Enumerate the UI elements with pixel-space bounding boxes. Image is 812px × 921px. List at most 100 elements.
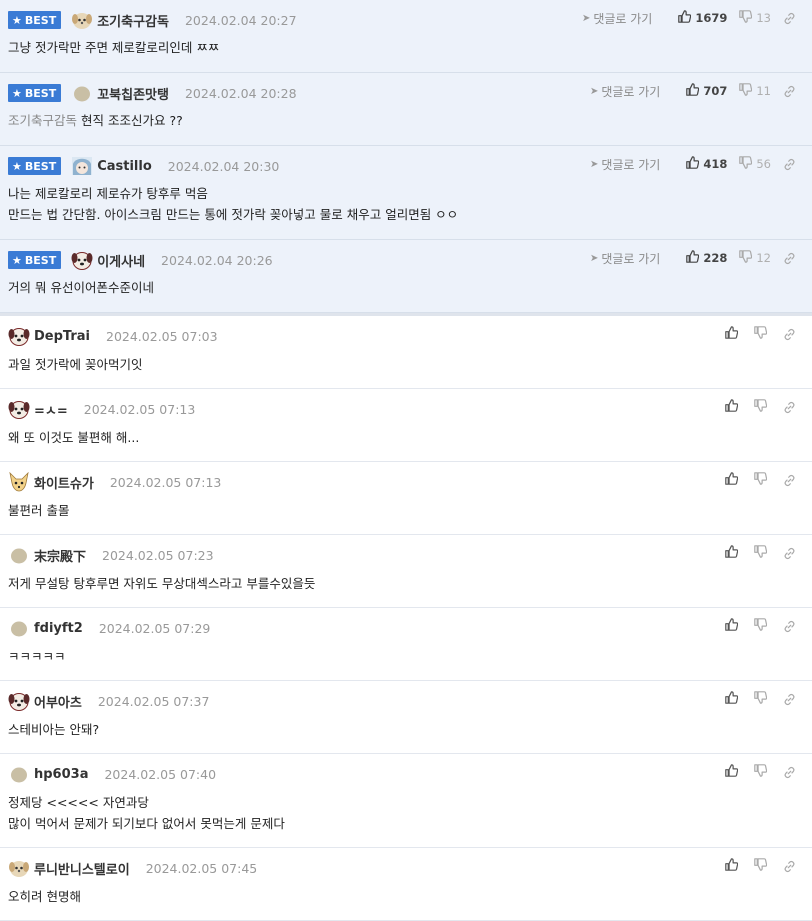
best-badge-label: BEST (24, 253, 57, 267)
copy-link-button[interactable] (783, 401, 800, 414)
copy-link-button[interactable] (783, 693, 800, 706)
copy-link-button[interactable] (783, 620, 800, 633)
downvote-button[interactable] (754, 764, 771, 780)
comment-list: ★ BEST 조기축구감독 2024.02.04 20:27 ➤ 댓글로 가기 1679 13… (0, 0, 812, 921)
comment-author[interactable]: fdiyft2 (34, 621, 83, 636)
comment-author[interactable]: 꼬북칩존맛탱 (97, 84, 169, 103)
anime-avatar-icon[interactable] (71, 156, 93, 176)
comment-author[interactable]: =ㅅ= (34, 400, 68, 419)
copy-link-button[interactable] (783, 85, 800, 98)
comment-text-line: 만드는 법 간단함. 아이스크림 만드는 통에 젓가락 꽂아넣고 물로 채우고 … (8, 204, 458, 225)
comment-header: 화이트슈가 2024.02.05 07:13 (8, 471, 222, 492)
downvote-button[interactable]: 12 (739, 250, 771, 266)
comment-header: ★ BEST 조기축구감독 2024.02.04 20:27 (8, 10, 297, 30)
downvote-button[interactable] (754, 472, 771, 488)
copy-link-button[interactable] (783, 474, 800, 487)
blob-avatar-icon[interactable] (8, 545, 30, 565)
downvote-button[interactable]: 13 (739, 10, 771, 26)
thumbs-up-icon (686, 156, 703, 172)
comment-header: fdiyft2 2024.02.05 07:29 (8, 618, 210, 638)
comment-author[interactable]: Castillo (97, 159, 152, 174)
comment-author[interactable]: 조기축구감독 (97, 11, 169, 30)
upvote-button[interactable]: 228 (686, 250, 727, 266)
comment: =ㅅ= 2024.02.05 07:13 왜 또 이것도 불편해 해... (0, 389, 812, 462)
upvote-button[interactable] (725, 399, 742, 415)
comment-text-line: 불편러 출몰 (8, 500, 69, 521)
thumbs-up-icon (686, 83, 703, 99)
comment-actions (713, 326, 800, 342)
comment-author[interactable]: hp603a (34, 767, 88, 782)
comment-author[interactable]: 화이트슈가 (34, 473, 94, 492)
mention-link[interactable]: 조기축구감독 (8, 113, 77, 128)
comment: fdiyft2 2024.02.05 07:29 ㅋㅋㅋㅋㅋ (0, 608, 812, 681)
comment-text-line: 조기축구감독 현직 조조신가요 ?? (8, 110, 183, 131)
star-icon: ★ (12, 253, 22, 267)
upvote-button[interactable] (725, 545, 742, 561)
comment-text: 과일 젓가락에 꽂아먹기잇 (8, 357, 143, 372)
thumbs-down-icon (739, 156, 756, 172)
copy-link-button[interactable] (783, 547, 800, 560)
downvote-button[interactable] (754, 858, 771, 874)
goto-comment-link[interactable]: ➤ 댓글로 가기 (590, 250, 660, 267)
upvote-button[interactable] (725, 764, 742, 780)
comment-date: 2024.02.05 07:29 (98, 620, 211, 636)
copy-link-button[interactable] (783, 12, 800, 25)
comment-author[interactable]: 이게사네 (97, 251, 145, 270)
downvote-button[interactable]: 11 (739, 83, 771, 99)
dog-avatar-icon[interactable] (8, 399, 30, 419)
comment-author[interactable]: DepTrai (34, 329, 90, 344)
upvote-button[interactable] (725, 691, 742, 707)
downvote-button[interactable] (754, 399, 771, 415)
upvote-button[interactable] (725, 858, 742, 874)
upvote-button[interactable]: 707 (686, 83, 727, 99)
comment-body: 오히려 현명해 (8, 886, 81, 907)
star-icon: ★ (12, 86, 22, 100)
upvote-button[interactable]: 418 (686, 156, 727, 172)
comment-date: 2024.02.04 20:30 (167, 158, 280, 174)
copy-link-button[interactable] (783, 328, 800, 341)
comment-header: 루니반니스텔로이 2024.02.05 07:45 (8, 858, 257, 878)
downvote-button[interactable] (754, 691, 771, 707)
best-badge: ★ BEST (8, 251, 62, 269)
goto-comment-link[interactable]: ➤ 댓글로 가기 (582, 10, 652, 27)
copy-link-button[interactable] (783, 860, 800, 873)
copy-link-button[interactable] (783, 158, 800, 171)
copy-link-button[interactable] (783, 766, 800, 779)
link-icon (783, 401, 800, 414)
comment-body: ㅋㅋㅋㅋㅋ (8, 646, 66, 667)
goto-comment-label: 댓글로 가기 (601, 251, 661, 266)
comment-date: 2024.02.05 07:13 (109, 474, 222, 490)
comment-body: 왜 또 이것도 불편해 해... (8, 427, 139, 448)
goto-comment-link[interactable]: ➤ 댓글로 가기 (590, 83, 660, 100)
dog-avatar-icon[interactable] (8, 691, 30, 711)
upvote-button[interactable] (725, 326, 742, 342)
comment-author[interactable]: 어부아츠 (34, 692, 82, 711)
downvote-button[interactable] (754, 545, 771, 561)
comment-text: 그냥 젓가락만 주면 제로칼로리인데 ㅉㅉ (8, 40, 220, 55)
downvote-button[interactable] (754, 326, 771, 342)
blob-avatar-icon[interactable] (8, 618, 30, 638)
best-comment: ★ BEST 이게사네 2024.02.04 20:26 ➤ 댓글로 가기 228 12 거의 … (0, 240, 812, 313)
downvote-button[interactable]: 56 (739, 156, 771, 172)
link-icon (783, 766, 800, 779)
fox-avatar-icon[interactable] (8, 471, 30, 492)
puppy-avatar-icon[interactable] (8, 858, 30, 878)
dog-avatar-icon[interactable] (71, 250, 93, 270)
blob-avatar-icon[interactable] (71, 83, 93, 103)
downvote-count: 56 (756, 157, 771, 171)
comment-author[interactable]: 末宗殿下 (34, 546, 86, 565)
goto-comment-link[interactable]: ➤ 댓글로 가기 (590, 156, 660, 173)
link-icon (783, 860, 800, 873)
comment-text: 많이 먹어서 문제가 되기보다 없어서 못먹는게 문제다 (8, 816, 285, 831)
comment-author[interactable]: 루니반니스텔로이 (34, 859, 130, 878)
copy-link-button[interactable] (783, 252, 800, 265)
puppy-avatar-icon[interactable] (71, 10, 93, 30)
upvote-button[interactable] (725, 618, 742, 634)
link-icon (783, 474, 800, 487)
blob-avatar-icon[interactable] (8, 764, 30, 784)
dog-avatar-icon[interactable] (8, 326, 30, 346)
upvote-button[interactable]: 1679 (678, 10, 727, 26)
upvote-button[interactable] (725, 472, 742, 488)
best-badge-label: BEST (24, 86, 57, 100)
downvote-button[interactable] (754, 618, 771, 634)
